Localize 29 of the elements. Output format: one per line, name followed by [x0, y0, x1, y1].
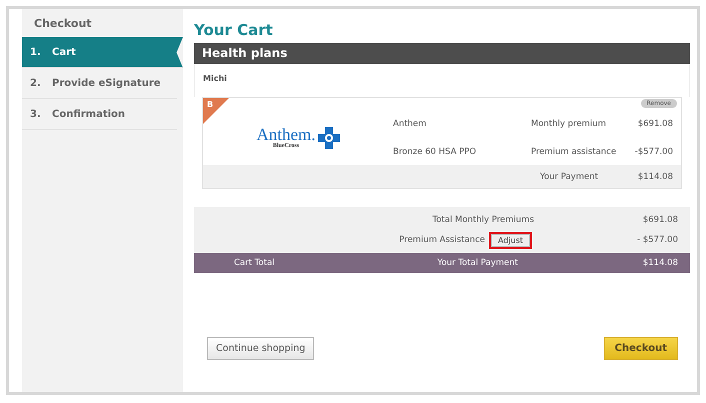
line-label: Monthly premium: [531, 118, 606, 128]
total-amount: $691.08: [642, 215, 678, 225]
step-tab[interactable]: 1. Cart: [22, 37, 183, 68]
total-payment-label: Your Total Payment: [437, 258, 518, 268]
page-title: Your Cart: [194, 21, 274, 39]
carrier-name: Anthem: [393, 118, 428, 128]
payment-label: Your Payment: [540, 172, 598, 182]
logo-text: Anthem.: [256, 126, 316, 142]
section-header: Health plans: [194, 43, 690, 64]
member-name: Michi: [194, 64, 690, 97]
payment-amount: $114.08: [638, 172, 673, 182]
tier-letter: B: [207, 100, 214, 109]
total-label: Total Monthly Premiums: [431, 215, 535, 225]
total-amount: - $577.00: [636, 235, 678, 245]
line-label: Premium assistance: [531, 146, 616, 156]
tier-ribbon: [203, 98, 229, 124]
line-amount: $691.08: [638, 118, 673, 128]
adjust-button[interactable]: Adjust: [490, 234, 530, 246]
total-payment-amount: $114.08: [642, 258, 678, 268]
sidebar-title: Checkout: [33, 16, 93, 32]
total-label: Premium Assistance: [398, 235, 486, 245]
line-amount: -$577.00: [634, 146, 673, 156]
cart-total-label: Cart Total: [233, 258, 276, 268]
step-tab[interactable]: 3. Confirmation: [22, 99, 177, 130]
continue-shopping-button[interactable]: Continue shopping: [207, 337, 314, 360]
step-tab[interactable]: 2. Provide eSignature: [22, 68, 177, 99]
checkout-button[interactable]: Checkout: [604, 337, 678, 360]
cross-icon: [318, 126, 340, 148]
plan-name: Bronze 60 HSA PPO: [393, 146, 478, 156]
